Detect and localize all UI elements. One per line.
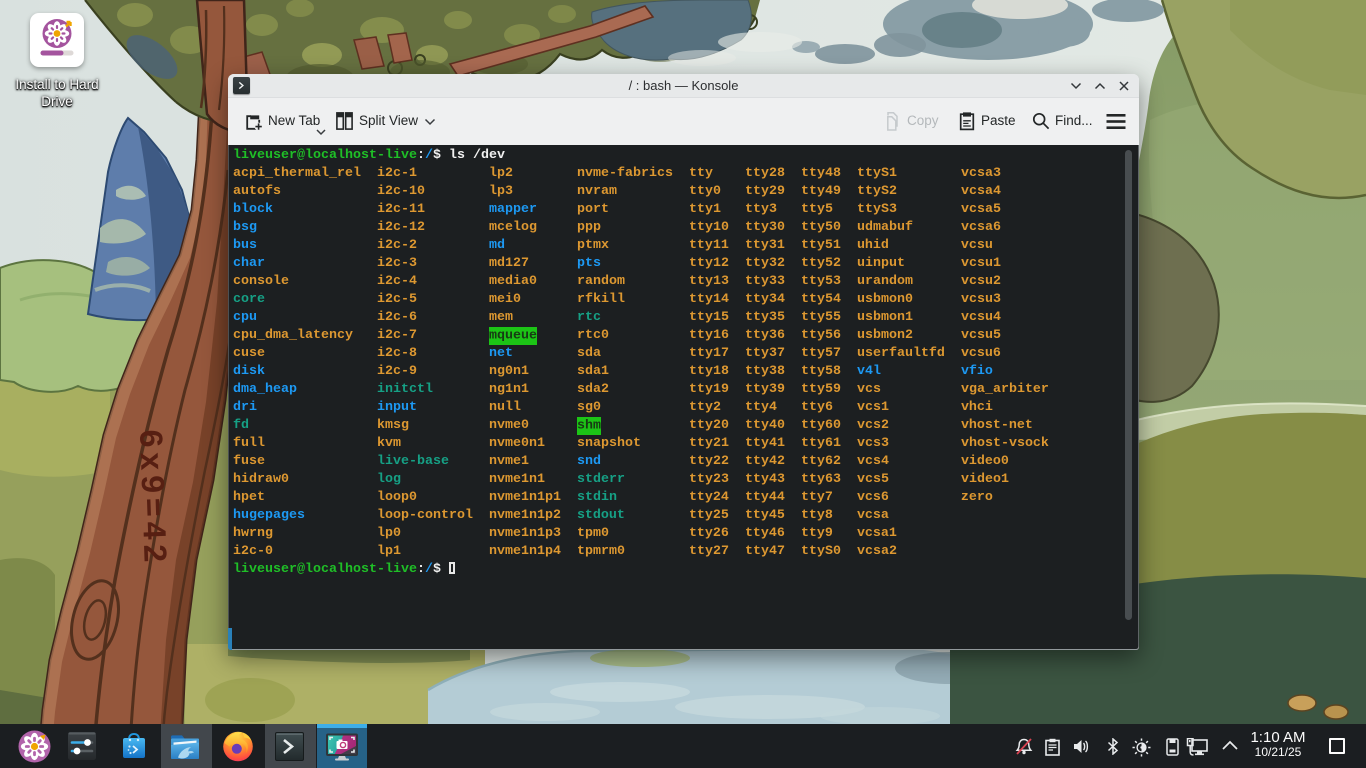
svg-text:6x9=42: 6x9=42 xyxy=(133,429,174,568)
